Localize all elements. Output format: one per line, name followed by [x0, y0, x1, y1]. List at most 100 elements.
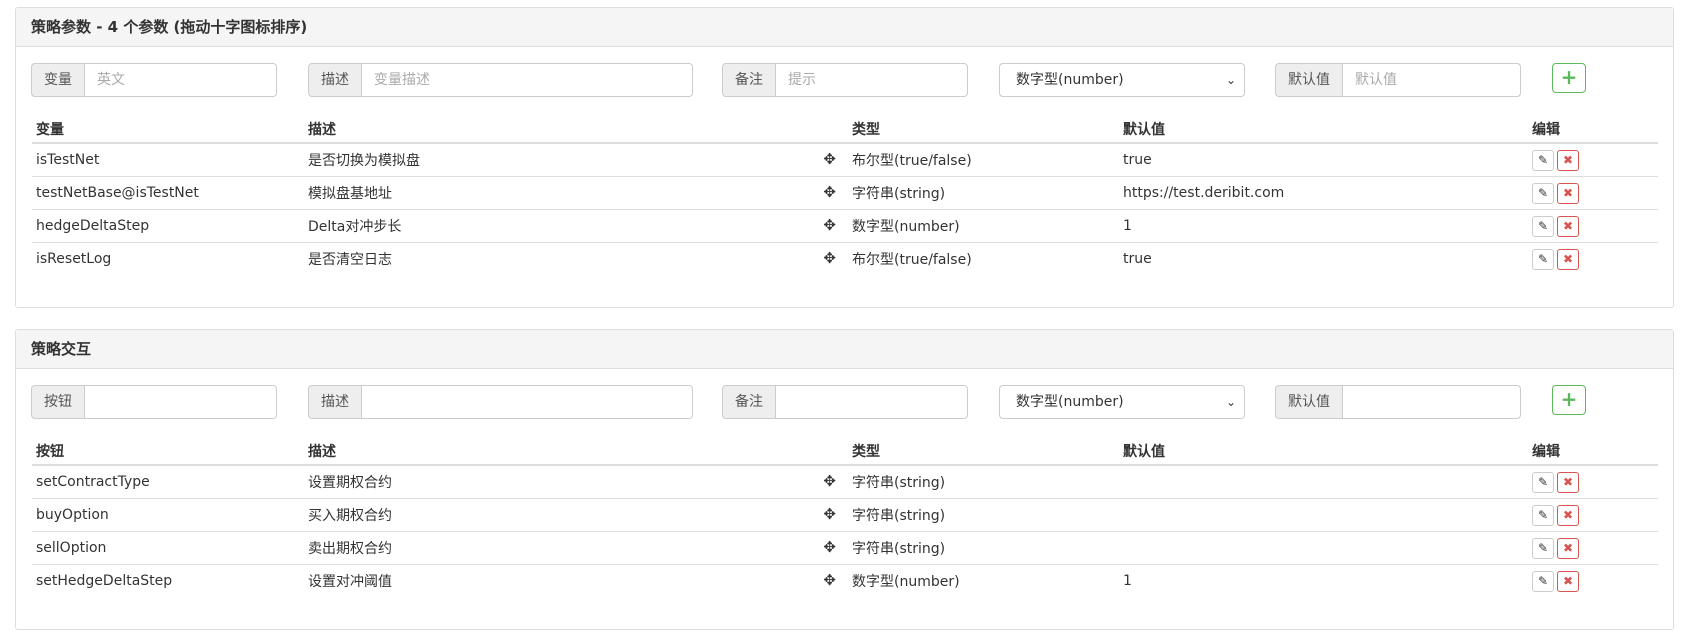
row-type: 布尔型(true/false) — [848, 242, 1119, 275]
param-name-label: 变量 — [31, 63, 84, 97]
pencil-icon: ✎ — [1537, 185, 1549, 200]
row-default: true — [1123, 152, 1152, 168]
move-icon[interactable]: ✥ — [823, 538, 836, 556]
row-default: https://test.deribit.com — [1119, 176, 1528, 210]
close-icon: ✖ — [1562, 251, 1574, 266]
table-row: hedgeDeltaStep Delta对冲步长 ✥ 数字型(number) 1 … — [32, 209, 1658, 243]
move-icon[interactable]: ✥ — [823, 571, 836, 589]
strategy-params-panel: 策略参数 - 4 个参数 (拖动十字图标排序) 变量 描述 备注 数字型(num… — [15, 7, 1674, 308]
row-name: sellOption — [32, 531, 304, 565]
row-desc: Delta对冲步长 — [308, 219, 402, 235]
pencil-icon: ✎ — [1537, 251, 1549, 266]
move-icon[interactable]: ✥ — [823, 216, 836, 234]
close-icon: ✖ — [1562, 474, 1574, 489]
row-default: 1 — [1119, 564, 1528, 597]
row-desc-cell: 是否清空日志 ✥ — [304, 242, 848, 275]
param-desc-label: 描述 — [308, 63, 361, 97]
col-header: 编辑 — [1528, 437, 1658, 466]
button-desc-input[interactable] — [361, 385, 693, 419]
param-note-label: 备注 — [722, 63, 775, 97]
row-desc-cell: Delta对冲步长 ✥ — [304, 209, 848, 243]
button-note-group: 备注 — [722, 385, 968, 419]
table-row: sellOption 卖出期权合约 ✥ 字符串(string) ✎ ✖ — [32, 531, 1658, 565]
button-desc-group: 描述 — [308, 385, 693, 419]
edit-button[interactable]: ✎ — [1532, 504, 1554, 526]
delete-button[interactable]: ✖ — [1557, 182, 1579, 204]
delete-button[interactable]: ✖ — [1557, 471, 1579, 493]
move-icon[interactable]: ✥ — [823, 249, 836, 267]
row-default — [1119, 465, 1528, 499]
table-row: isResetLog 是否清空日志 ✥ 布尔型(true/false) true … — [32, 242, 1658, 275]
button-default-input[interactable] — [1342, 385, 1521, 419]
edit-button[interactable]: ✎ — [1532, 182, 1554, 204]
move-icon[interactable]: ✥ — [823, 150, 836, 168]
delete-button[interactable]: ✖ — [1557, 570, 1579, 592]
param-desc-group: 描述 — [308, 63, 693, 97]
param-type-select[interactable]: 数字型(number) ⌄ — [999, 63, 1245, 97]
delete-button[interactable]: ✖ — [1557, 504, 1579, 526]
close-icon: ✖ — [1562, 540, 1574, 555]
row-type: 数字型(number) — [848, 564, 1119, 597]
row-desc: 卖出期权合约 — [308, 541, 392, 557]
add-button-button[interactable]: + — [1552, 385, 1586, 415]
table-row: buyOption 买入期权合约 ✥ 字符串(string) ✎ ✖ — [32, 498, 1658, 532]
row-name: buyOption — [32, 498, 304, 532]
param-note-input[interactable] — [775, 63, 968, 97]
close-icon: ✖ — [1562, 218, 1574, 233]
close-icon: ✖ — [1562, 573, 1574, 588]
row-actions: ✎ ✖ — [1528, 564, 1658, 597]
edit-button[interactable]: ✎ — [1532, 248, 1554, 270]
param-name-group: 变量 — [31, 63, 277, 97]
move-icon[interactable]: ✥ — [823, 505, 836, 523]
delete-button[interactable]: ✖ — [1557, 149, 1579, 171]
row-name: isTestNet — [36, 152, 100, 168]
edit-button[interactable]: ✎ — [1532, 471, 1554, 493]
chevron-down-icon: ⌄ — [1225, 395, 1236, 409]
button-name-input[interactable] — [84, 385, 277, 419]
row-type: 字符串(string) — [848, 531, 1119, 565]
param-default-input[interactable] — [1342, 63, 1521, 97]
table-row: testNetBase@isTestNet 模拟盘基地址 ✥ 字符串(string… — [32, 176, 1658, 210]
add-param-button[interactable]: + — [1552, 63, 1586, 93]
delete-button[interactable]: ✖ — [1557, 537, 1579, 559]
strategy-interaction-panel: 策略交互 按钮 描述 备注 数字型(number) ⌄ 默认值 + 按钮 描述 … — [15, 329, 1674, 630]
button-type-select[interactable]: 数字型(number) ⌄ — [999, 385, 1245, 419]
col-header: 默认值 — [1119, 437, 1528, 466]
param-type-value: 数字型(number) — [1016, 72, 1124, 88]
delete-button[interactable]: ✖ — [1557, 215, 1579, 237]
col-header: 描述 — [304, 437, 848, 466]
row-name: testNetBase@isTestNet — [32, 176, 304, 210]
row-desc-cell: 设置期权合约 ✥ — [304, 465, 848, 499]
col-header: 描述 — [304, 115, 848, 144]
panel-title: 策略交互 — [16, 330, 1673, 369]
pencil-icon: ✎ — [1537, 218, 1549, 233]
param-desc-input[interactable] — [361, 63, 693, 97]
button-note-input[interactable] — [775, 385, 968, 419]
row-default: 1 — [1119, 209, 1528, 243]
row-actions: ✎ ✖ — [1528, 242, 1658, 275]
row-type: 字符串(string) — [852, 475, 946, 491]
table-row: setHedgeDeltaStep 设置对冲阈值 ✥ 数字型(number) 1 … — [32, 564, 1658, 597]
edit-button[interactable]: ✎ — [1532, 215, 1554, 237]
row-actions: ✎ ✖ — [1528, 176, 1658, 210]
param-name-input[interactable] — [84, 63, 277, 97]
edit-button[interactable]: ✎ — [1532, 570, 1554, 592]
edit-button[interactable]: ✎ — [1532, 537, 1554, 559]
delete-button[interactable]: ✖ — [1557, 248, 1579, 270]
row-actions: ✎ ✖ — [1528, 531, 1658, 565]
pencil-icon: ✎ — [1537, 152, 1549, 167]
param-note-group: 备注 — [722, 63, 968, 97]
col-header: 类型 — [848, 115, 1119, 144]
move-icon[interactable]: ✥ — [823, 472, 836, 490]
panel-title: 策略参数 - 4 个参数 (拖动十字图标排序) — [16, 8, 1673, 47]
buttons-table: 按钮 描述 类型 默认值 编辑 setContractType 设置期权合约 ✥ … — [32, 437, 1658, 597]
pencil-icon: ✎ — [1537, 474, 1549, 489]
button-desc-label: 描述 — [308, 385, 361, 419]
move-icon[interactable]: ✥ — [823, 183, 836, 201]
close-icon: ✖ — [1562, 507, 1574, 522]
edit-button[interactable]: ✎ — [1532, 149, 1554, 171]
row-type: 布尔型(true/false) — [852, 153, 972, 169]
row-name: setContractType — [36, 474, 150, 490]
param-default-group: 默认值 — [1275, 63, 1521, 97]
col-header: 类型 — [848, 437, 1119, 466]
